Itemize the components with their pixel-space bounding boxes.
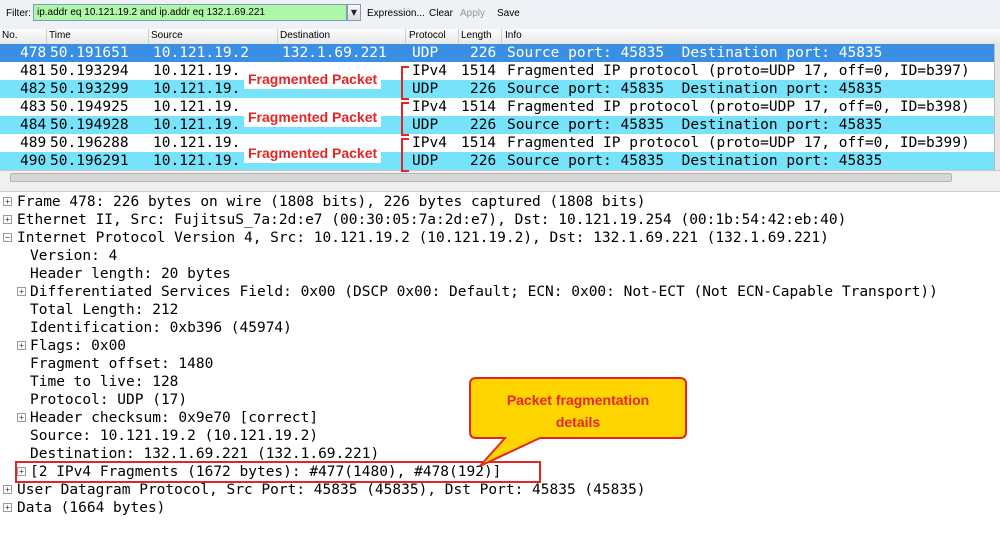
callout-text-line1: Packet fragmentation [507,392,649,408]
callout-text-line2: details [556,414,601,430]
callout-bubble: Packet fragmentation details [469,377,687,467]
